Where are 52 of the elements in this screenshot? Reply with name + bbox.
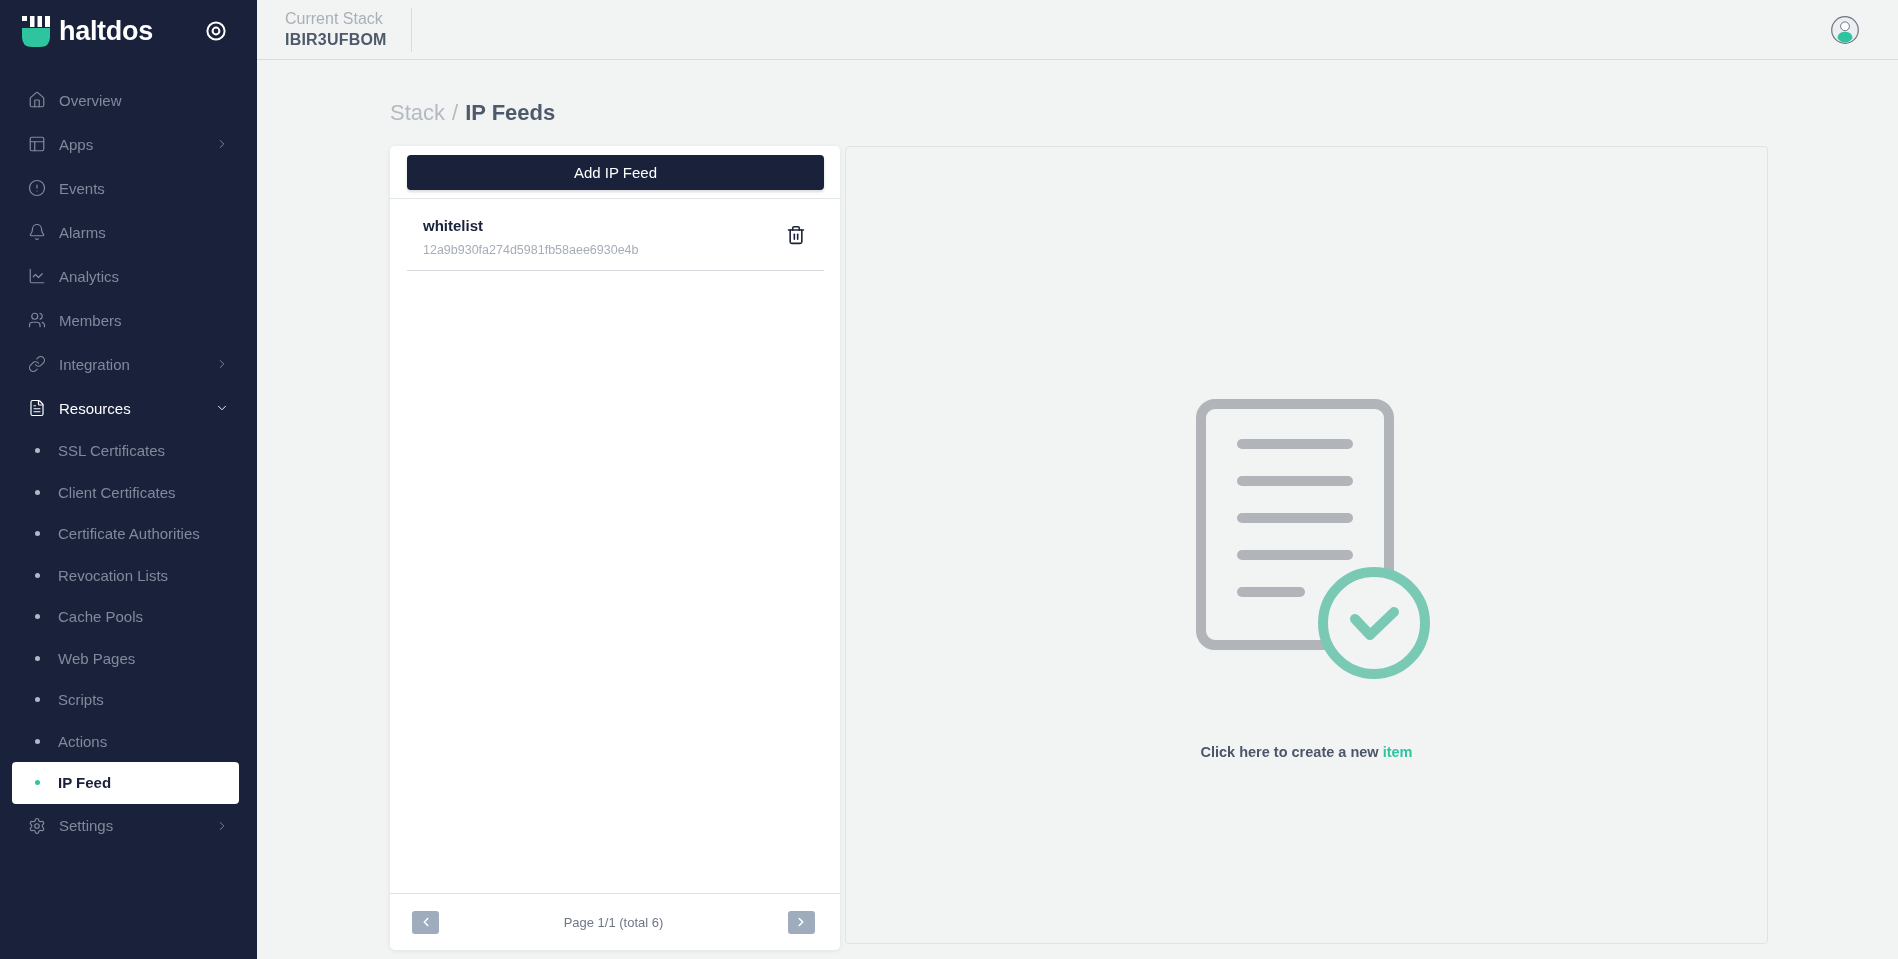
sidebar-nav-item[interactable]: Members [12, 298, 239, 342]
bullet-icon [35, 448, 40, 454]
sidebar-nav-item[interactable]: Apps [12, 122, 239, 166]
stack-label: Current Stack [285, 10, 384, 28]
document-icon [28, 399, 46, 417]
sidebar-sub-item[interactable]: Web Pages [12, 637, 239, 679]
sidebar-nav-item[interactable]: Resources [12, 386, 239, 430]
sidebar-sub-item[interactable]: Actions [12, 720, 239, 762]
avatar-icon[interactable] [1831, 15, 1859, 44]
users-icon [28, 311, 46, 329]
bullet-icon [35, 655, 40, 661]
sidebar-nav-item[interactable]: Alarms [12, 210, 239, 254]
sidebar-nav-item[interactable]: Overview [12, 78, 239, 122]
bullet-icon [35, 531, 40, 537]
stack-name: IBIR3UFBOM [285, 31, 387, 49]
bullet-icon [35, 489, 40, 495]
trash-icon [786, 224, 806, 245]
sidebar-nav-item[interactable]: Events [12, 166, 239, 210]
sidebar-sub-item[interactable]: Scripts [12, 679, 239, 721]
sidebar-nav-item[interactable]: Analytics [12, 254, 239, 298]
sidebar-sub-item[interactable]: SSL Certificates [12, 430, 239, 472]
sidebar-sub-item[interactable]: Cache Pools [12, 596, 239, 638]
delete-button[interactable] [786, 224, 806, 245]
create-item-prompt: Click here to create a new item [1200, 743, 1413, 762]
breadcrumb-separator: / [452, 100, 459, 126]
feed-list-item[interactable]: whitelist 12a9b930fa274d5981fb58aee6930e4b [407, 199, 824, 271]
settings-icon [28, 816, 46, 835]
sidebar-sub-item[interactable]: Client Certificates [12, 471, 239, 513]
sidebar-sub-item[interactable]: IP Feed [12, 762, 239, 804]
sidebar-sub-item[interactable]: Revocation Lists [12, 554, 239, 596]
target-icon[interactable] [206, 21, 226, 41]
layout-icon [28, 135, 46, 153]
page-title: IP Feeds [465, 100, 556, 126]
page-info: Page 1/1 (total 6) [563, 914, 664, 930]
bullet-icon [35, 697, 40, 703]
sidebar-nav-item[interactable]: Settings [12, 803, 239, 848]
bullet-icon [35, 738, 40, 744]
brand-name: haltdos [59, 15, 153, 47]
add-feed-button[interactable]: Add IP Feed [407, 155, 824, 190]
sidebar-sub-item[interactable]: Certificate Authorities [12, 513, 239, 555]
alert-icon [28, 179, 46, 197]
bullet-icon [35, 780, 40, 786]
sidebar-nav-item[interactable]: Integration [12, 342, 239, 386]
link-icon [28, 355, 46, 373]
feed-id: 12a9b930fa274d5981fb58aee6930e4b [423, 242, 639, 258]
home-icon [28, 91, 46, 109]
feed-name: whitelist [423, 217, 484, 235]
logo-icon [22, 15, 50, 47]
line-chart-icon [28, 267, 46, 285]
bullet-icon [35, 614, 40, 620]
bullet-icon [35, 572, 40, 578]
bell-icon [28, 223, 46, 241]
